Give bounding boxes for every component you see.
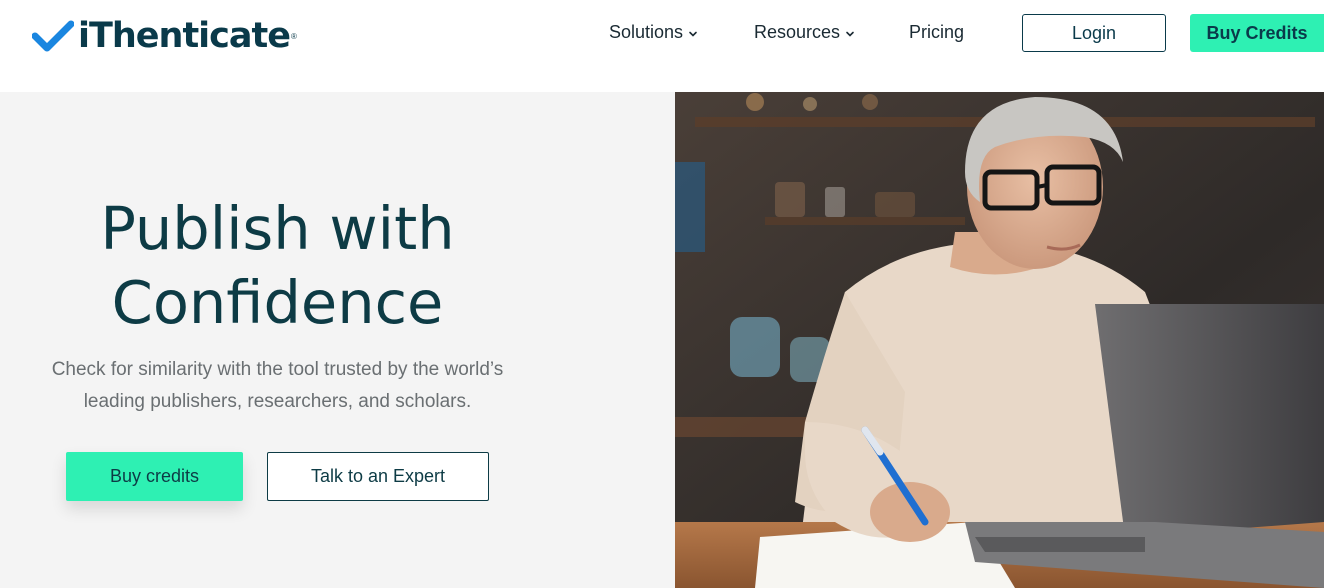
nav-solutions[interactable]: Solutions xyxy=(609,22,698,43)
hero-subtitle-line2: leading publishers, researchers, and sch… xyxy=(83,391,472,412)
nav-resources[interactable]: Resources xyxy=(754,22,855,43)
buy-credits-button[interactable]: Buy credits xyxy=(66,452,243,501)
registered-mark: ® xyxy=(291,31,297,41)
nav-pricing-label: Pricing xyxy=(909,22,965,42)
nav-resources-label: Resources xyxy=(754,22,841,42)
hero-section: Publish with Confidence Check for simila… xyxy=(0,92,675,588)
hero-image xyxy=(675,92,1324,588)
logo[interactable]: iThenticate ® xyxy=(32,14,297,58)
hero-subtitle-line1: Check for similarity with the tool trust… xyxy=(51,359,504,380)
buy-credits-header-button[interactable]: Buy Credits xyxy=(1190,14,1324,52)
hero-title-line2: Confidence xyxy=(111,268,444,337)
hero-title: Publish with Confidence xyxy=(0,192,555,340)
woman-with-laptop-photo xyxy=(675,92,1324,588)
logo-text: iThenticate xyxy=(78,16,291,56)
checkmark-icon xyxy=(32,20,74,52)
chevron-down-icon xyxy=(689,31,697,37)
hero-title-line1: Publish with xyxy=(100,194,455,263)
nav-pricing[interactable]: Pricing xyxy=(909,22,964,43)
talk-to-expert-button[interactable]: Talk to an Expert xyxy=(267,452,489,501)
site-header: iThenticate ® Solutions Resources Pricin… xyxy=(0,0,1324,92)
hero-subtitle: Check for similarity with the tool trust… xyxy=(0,354,555,418)
nav-solutions-label: Solutions xyxy=(609,22,684,42)
login-button[interactable]: Login xyxy=(1022,14,1166,52)
chevron-down-icon xyxy=(846,31,854,37)
